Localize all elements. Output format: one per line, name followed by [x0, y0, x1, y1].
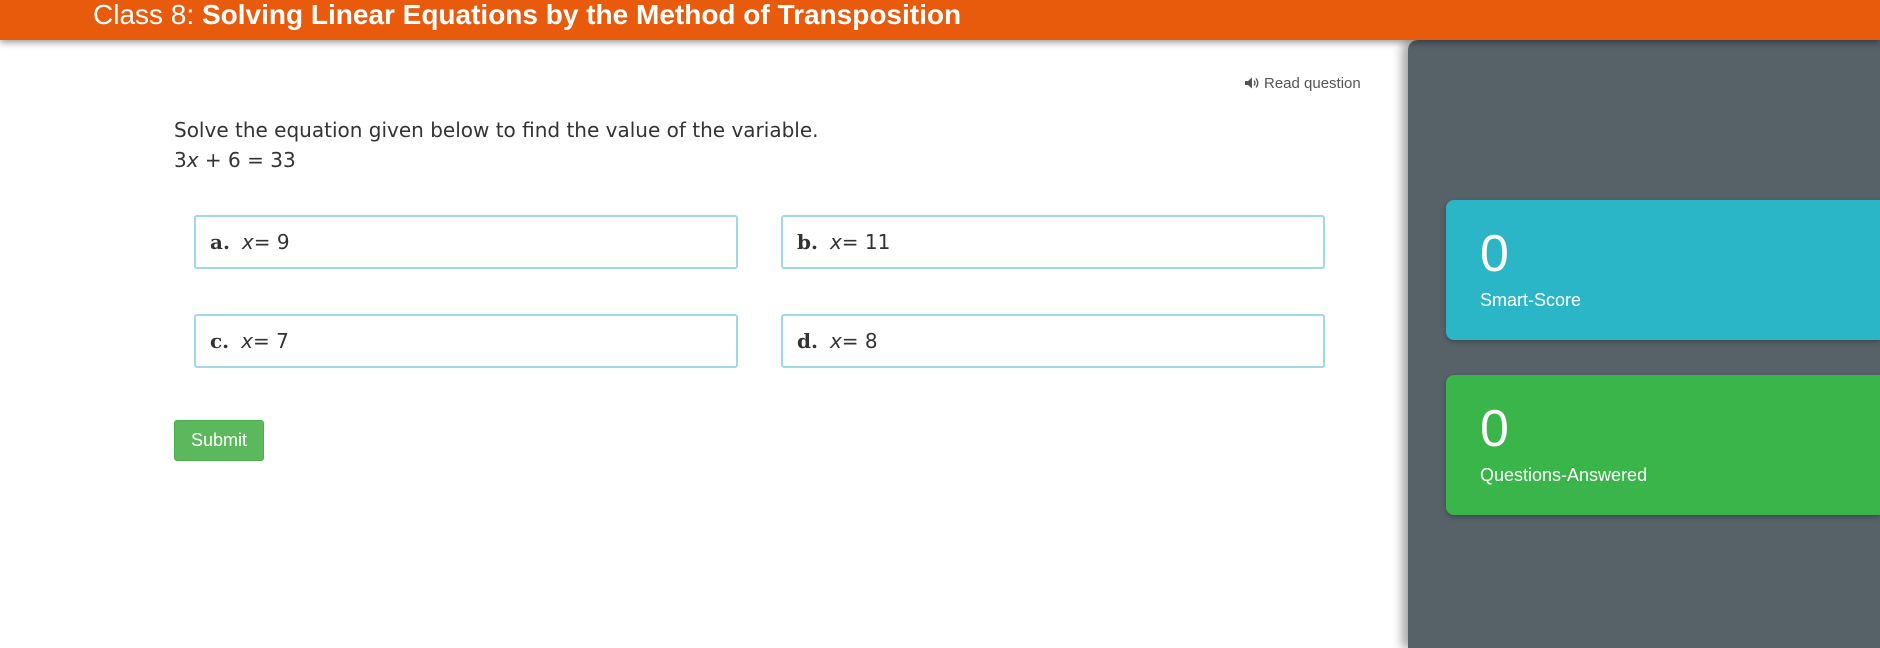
option-a[interactable]: a. x = 9	[194, 215, 738, 269]
option-variable: x	[241, 230, 254, 254]
option-letter: c.	[210, 329, 230, 353]
speaker-icon	[1244, 76, 1260, 90]
option-variable: x	[829, 329, 842, 353]
smart-score-label: Smart-Score	[1480, 290, 1582, 310]
questions-answered-card: 0 Questions-Answered	[1446, 375, 1880, 515]
option-value: = 9	[253, 230, 290, 254]
class-label: Class 8:	[93, 0, 195, 30]
read-question-button[interactable]: Read question	[1244, 74, 1361, 92]
question-prompt: Solve the equation given below to find t…	[174, 118, 819, 142]
questions-answered-value: 0	[1480, 400, 1509, 458]
option-letter: d.	[797, 329, 818, 353]
page-header: Class 8: Solving Linear Equations by the…	[0, 0, 1880, 40]
topic-title: Solving Linear Equations by the Method o…	[201, 0, 962, 30]
option-value: = 7	[252, 329, 289, 353]
questions-answered-label: Questions-Answered	[1480, 465, 1648, 485]
option-letter: a.	[210, 230, 230, 254]
option-d[interactable]: d. x = 8	[781, 314, 1325, 368]
submit-button[interactable]: Submit	[174, 420, 264, 461]
option-b[interactable]: b. x = 11	[781, 215, 1325, 269]
question-equation: 3x + 6 = 33	[174, 148, 296, 172]
read-question-label: Read question	[1264, 74, 1361, 92]
equation-variable: x	[186, 148, 199, 172]
option-value: = 8	[841, 329, 878, 353]
option-value: = 11	[841, 230, 891, 254]
score-sidebar	[1408, 40, 1880, 648]
smart-score-value: 0	[1480, 225, 1509, 283]
equation-rest: + 6 = 33	[198, 148, 296, 172]
equation-coefficient: 3	[174, 148, 187, 172]
option-letter: b.	[797, 230, 818, 254]
smart-score-card: 0 Smart-Score	[1446, 200, 1880, 340]
option-c[interactable]: c. x = 7	[194, 314, 738, 368]
option-variable: x	[241, 329, 253, 353]
option-variable: x	[829, 230, 842, 254]
page-title: Class 8: Solving Linear Equations by the…	[93, 0, 961, 30]
